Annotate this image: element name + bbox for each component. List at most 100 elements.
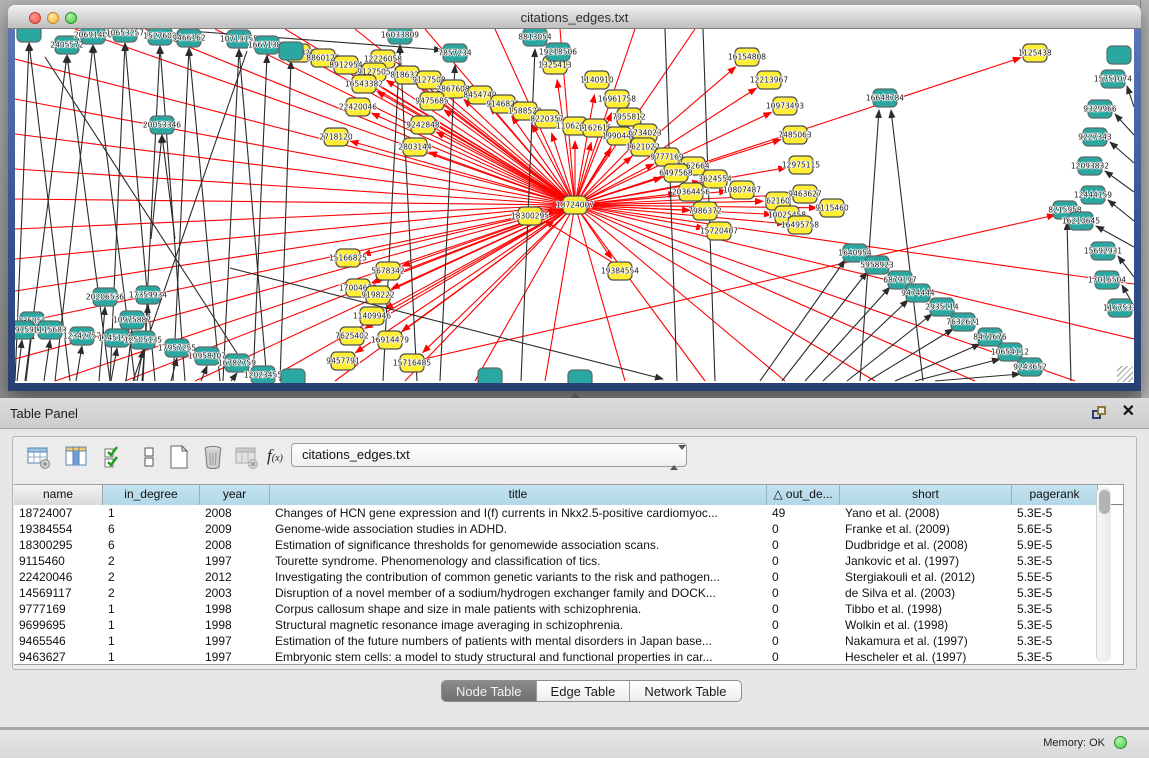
network-graph-canvas[interactable]: 1872400775638228860128891295412226058912… (15, 29, 1134, 383)
column-header-in-degree[interactable]: in_degree (103, 485, 200, 505)
column-header-pagerank[interactable]: pagerank (1012, 485, 1098, 505)
graph-node[interactable]: 7857234 (438, 44, 472, 62)
graph-edge (280, 61, 291, 381)
table-panel-titlebar[interactable]: Table Panel ✕ (0, 398, 1149, 429)
graph-node[interactable] (1107, 46, 1131, 64)
column-header-out-de-[interactable]: △ out_de... (767, 485, 840, 505)
table-row[interactable]: 1938455462009Genome-wide association stu… (14, 521, 1123, 537)
column-header-title[interactable]: title (270, 485, 767, 505)
table-settings-icon[interactable] (25, 443, 53, 471)
graph-node[interactable]: 15692931 (1084, 242, 1122, 260)
graph-node[interactable]: 20206536 (86, 288, 124, 306)
graph-node[interactable]: 1125438 (1018, 44, 1052, 62)
graph-node[interactable]: 9243652 (1013, 358, 1047, 376)
table-row[interactable]: 977716911998Corpus callosum shape and si… (14, 601, 1123, 617)
graph-node[interactable]: 9198222 (361, 286, 395, 304)
column-header-short[interactable]: short (840, 485, 1012, 505)
graph-node[interactable]: 10973493 (766, 97, 804, 115)
tab-network-table[interactable]: Network Table (630, 681, 740, 702)
tab-node-table[interactable]: Node Table (442, 681, 537, 702)
table-row[interactable]: 1830029562008Estimation of significance … (14, 537, 1123, 553)
graph-node[interactable]: 1167533 (1103, 299, 1134, 317)
new-table-icon[interactable] (165, 443, 193, 471)
graph-node[interactable]: 12023455 (244, 366, 282, 383)
graph-node[interactable]: 16648784 (866, 89, 904, 107)
graph-node[interactable]: 9474444 (901, 284, 935, 302)
graph-node[interactable]: 5958923 (860, 256, 894, 274)
column-header-year[interactable]: year (200, 485, 270, 505)
graph-node[interactable]: 20053346 (143, 116, 181, 134)
graph-node[interactable]: 19384554 (601, 262, 639, 280)
graph-node[interactable]: 12213967 (750, 71, 788, 89)
graph-node[interactable]: 22420046 (339, 98, 377, 116)
graph-node[interactable]: 1140910 (580, 71, 614, 89)
graph-node[interactable]: 8813054 (518, 29, 552, 46)
graph-node[interactable]: 7632621 (946, 313, 980, 331)
delete-table-icon[interactable] (199, 443, 227, 471)
select-rows-icon[interactable] (101, 443, 129, 471)
graph-node[interactable]: 12444159 (1074, 186, 1112, 204)
graph-node[interactable]: 7625402 (335, 327, 369, 345)
graph-node[interactable]: 7485063 (778, 126, 812, 144)
graph-node[interactable] (568, 370, 592, 383)
tab-edge-table[interactable]: Edge Table (537, 681, 631, 702)
graph-node[interactable]: 10653257 (106, 29, 144, 42)
window-titlebar[interactable]: citations_edges.txt (8, 5, 1141, 29)
graph-node[interactable]: 12342757 (63, 327, 101, 345)
graph-node[interactable]: 17359934 (129, 286, 167, 304)
float-panel-icon[interactable] (1092, 406, 1107, 421)
graph-node[interactable]: 16033809 (381, 29, 419, 44)
graph-node[interactable]: 9329966 (1083, 100, 1117, 118)
graph-node[interactable]: 16154808 (728, 48, 766, 66)
table-row[interactable]: 1456911722003Disruption of a novel membe… (14, 585, 1123, 601)
network-view-window[interactable]: citations_edges.txt 18724007756382288601… (8, 5, 1141, 391)
graph-node[interactable]: 9457791 (326, 352, 360, 370)
graph-node[interactable]: 12093832 (1071, 157, 1109, 175)
graph-node[interactable]: 15751074 (1094, 70, 1132, 88)
table-row[interactable]: 946362711997Embryonic stem cells: a mode… (14, 649, 1123, 665)
close-panel-icon[interactable]: ✕ (1122, 404, 1135, 420)
scrollbar-thumb[interactable] (1099, 490, 1110, 514)
row-height-icon[interactable] (135, 443, 163, 471)
graph-node[interactable]: 6497568 (659, 164, 693, 182)
graph-node[interactable]: 7986372 (688, 202, 722, 220)
graph-node[interactable]: 9475685 (415, 92, 449, 110)
graph-node[interactable]: 17016504 (1088, 271, 1126, 289)
graph-node[interactable]: 12975115 (782, 156, 820, 174)
graph-node[interactable] (17, 29, 41, 42)
graph-node[interactable]: 16961758 (598, 90, 636, 108)
graph-node[interactable]: 9466162 (172, 29, 206, 47)
graph-node-label: 16543382 (345, 80, 383, 89)
graph-node[interactable]: 9242848 (406, 116, 440, 134)
graph-node[interactable] (478, 368, 502, 383)
graph-node[interactable] (281, 369, 305, 383)
table-cell: 1997 (200, 633, 270, 649)
graph-node[interactable]: 9115460 (815, 199, 849, 217)
graph-node[interactable]: 9463627 (788, 185, 822, 203)
table-row[interactable]: 946554611997Estimation of the future num… (14, 633, 1123, 649)
column-header-name[interactable]: name (14, 485, 103, 505)
status-bar: Memory: OK (0, 729, 1149, 758)
table-row[interactable]: 911546021997Tourette syndrome. Phenomeno… (14, 553, 1123, 569)
graph-node-label: 16495758 (781, 221, 819, 230)
graph-node[interactable]: 2718120 (319, 128, 353, 146)
table-row[interactable]: 1872400712008Changes of HCN gene express… (14, 505, 1123, 521)
graph-node[interactable] (279, 42, 303, 60)
show-columns-icon[interactable] (63, 443, 91, 471)
graph-node[interactable]: 2803144 (398, 138, 432, 156)
table-selector-dropdown[interactable]: citations_edges.txt (291, 443, 687, 467)
table-cell: 1 (103, 505, 200, 521)
resize-grip-icon[interactable] (1117, 366, 1133, 382)
graph-node[interactable]: 9227343 (1078, 128, 1112, 146)
graph-node[interactable]: 7955812 (612, 108, 646, 126)
graph-node[interactable]: 5678342 (371, 262, 405, 280)
graph-node[interactable]: 39159 (15, 321, 34, 339)
graph-node[interactable]: 15716485 (393, 354, 431, 372)
table-row[interactable]: 969969511998Structural magnetic resonanc… (14, 617, 1123, 633)
table-vertical-scrollbar[interactable] (1096, 487, 1111, 662)
graph-node[interactable]: 15166825 (329, 249, 367, 267)
table-row[interactable]: 2242004622012Investigating the contribut… (14, 569, 1123, 585)
graph-node[interactable]: 15720407 (700, 222, 738, 240)
graph-node[interactable]: 16914479 (371, 331, 409, 349)
graph-node[interactable]: 1115683 (33, 321, 67, 339)
